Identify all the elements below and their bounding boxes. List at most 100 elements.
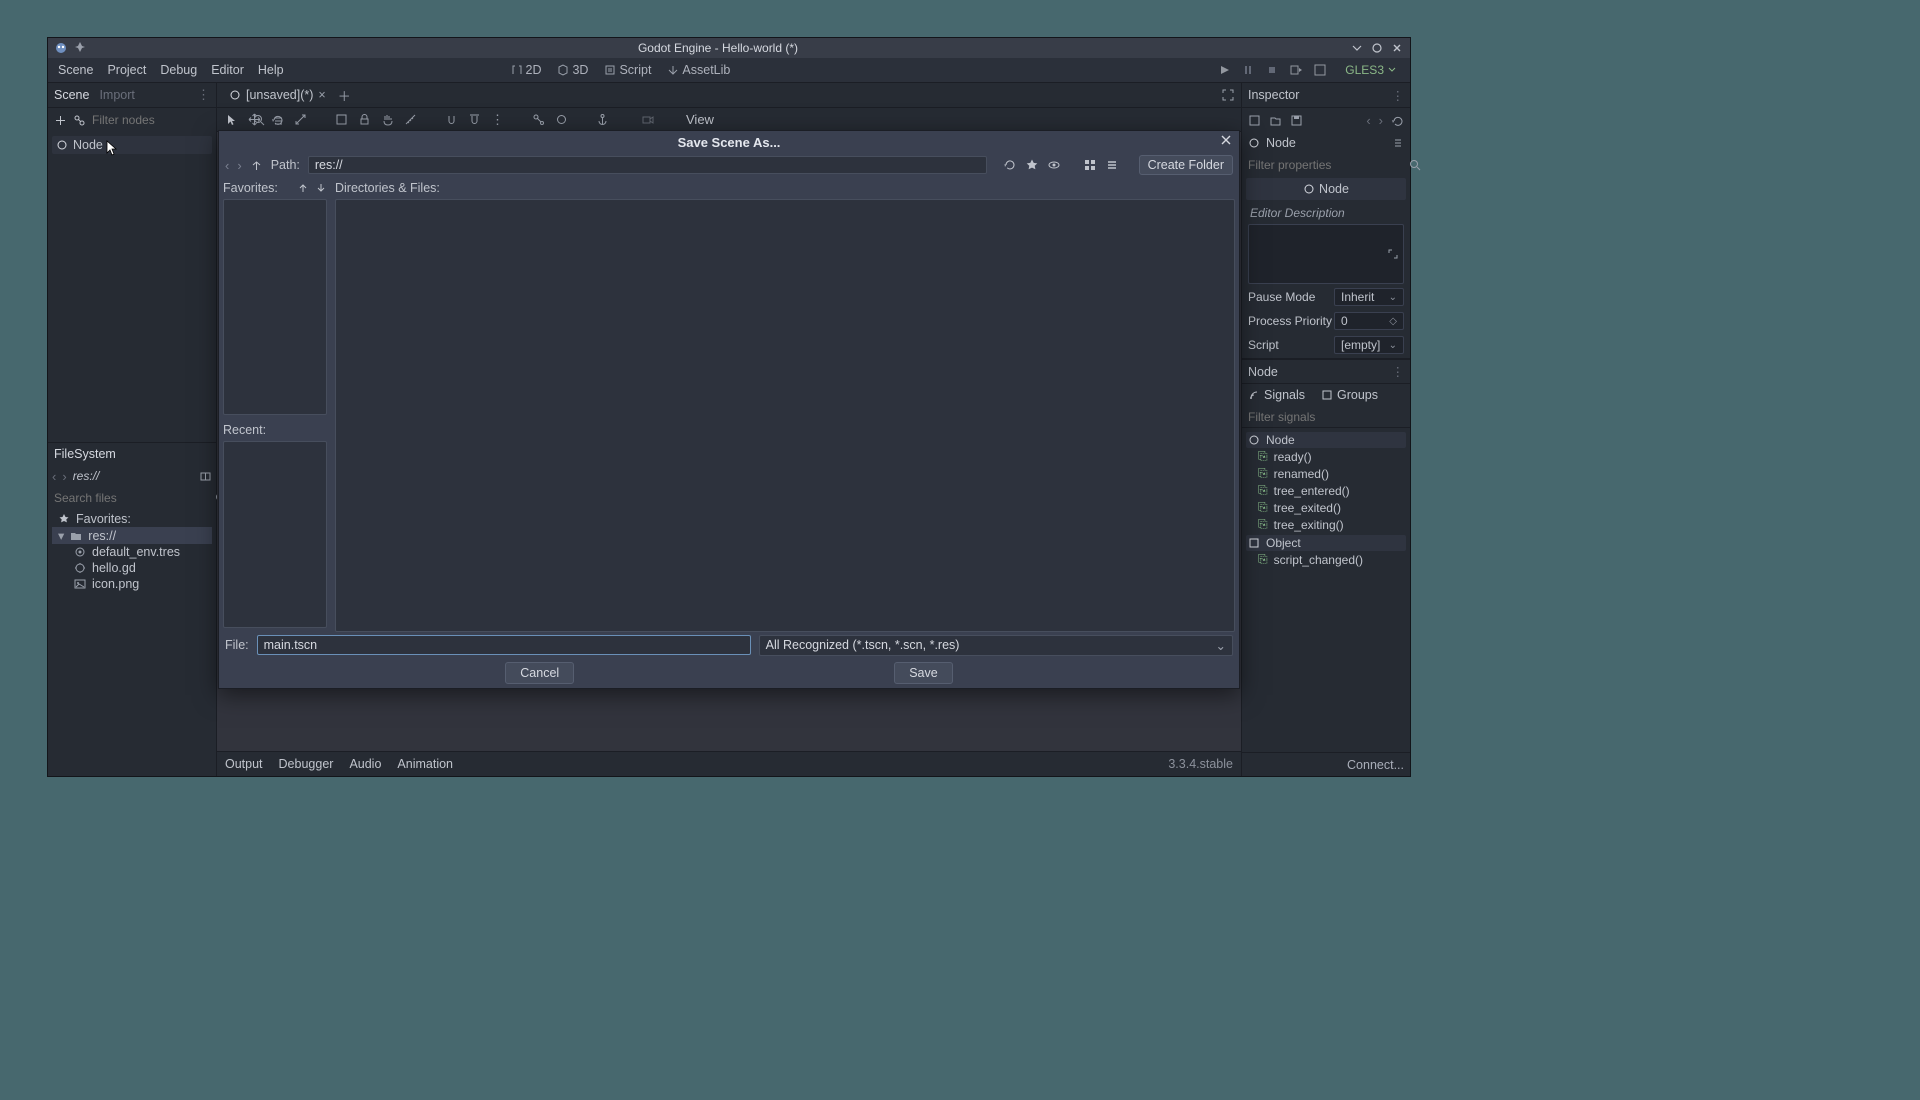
rotate-tool-icon[interactable] — [271, 113, 284, 126]
tab-import[interactable]: Import — [99, 88, 134, 102]
signal-script-changed[interactable]: ⎘script_changed() — [1246, 551, 1406, 568]
close-tab-icon[interactable]: × — [318, 88, 325, 102]
signal-class-object[interactable]: Object — [1246, 535, 1406, 551]
bottom-debugger[interactable]: Debugger — [279, 757, 334, 771]
view-menu[interactable]: View — [686, 112, 714, 127]
favorite-icon[interactable] — [1025, 158, 1039, 172]
expand-icon[interactable] — [1387, 248, 1399, 260]
load-resource-icon[interactable] — [1269, 114, 1282, 127]
signal-ready[interactable]: ⎘ready() — [1246, 448, 1406, 465]
instance-scene-icon[interactable] — [73, 114, 86, 127]
stop-icon[interactable] — [1265, 63, 1279, 77]
menu-scene[interactable]: Scene — [58, 63, 93, 77]
fs-file-icon[interactable]: icon.png — [52, 576, 212, 592]
cancel-button[interactable]: Cancel — [505, 662, 574, 684]
fs-back-icon[interactable]: ‹ — [52, 469, 56, 484]
renderer-dropdown[interactable]: GLES3 — [1345, 63, 1396, 77]
snap-icon[interactable] — [445, 113, 458, 126]
history-back-icon[interactable]: ‹ — [1366, 113, 1370, 128]
signal-tree-exited[interactable]: ⎘tree_exited() — [1246, 499, 1406, 516]
tab-inspector[interactable]: Inspector — [1248, 88, 1299, 102]
fs-search-input[interactable] — [54, 491, 209, 505]
history-fwd-icon[interactable]: › — [1379, 113, 1383, 128]
distraction-free-icon[interactable] — [1221, 88, 1235, 102]
save-resource-icon[interactable] — [1290, 114, 1303, 127]
menu-help[interactable]: Help — [258, 63, 284, 77]
lock-icon[interactable] — [358, 113, 371, 126]
inspector-section-node[interactable]: Node — [1246, 178, 1406, 200]
workspace-2d[interactable]: 2D — [507, 61, 546, 79]
signal-tree-entered[interactable]: ⎘tree_entered() — [1246, 482, 1406, 499]
tab-scene[interactable]: Scene — [54, 88, 89, 102]
close-icon[interactable] — [1390, 41, 1404, 55]
history-icon[interactable] — [1391, 114, 1404, 127]
save-button[interactable]: Save — [894, 662, 953, 684]
fs-file-env[interactable]: default_env.tres — [52, 544, 212, 560]
fs-fwd-icon[interactable]: › — [62, 469, 66, 484]
filter-properties-input[interactable] — [1248, 158, 1403, 172]
list-view-icon[interactable] — [1105, 158, 1119, 172]
scale-tool-icon[interactable] — [294, 113, 307, 126]
node-options-icon[interactable] — [1392, 137, 1404, 149]
nav-back-icon[interactable]: ‹ — [225, 158, 229, 173]
refresh-icon[interactable] — [1003, 158, 1017, 172]
create-folder-button[interactable]: Create Folder — [1139, 155, 1233, 175]
pan-tool-icon[interactable] — [381, 113, 394, 126]
file-name-input[interactable] — [257, 635, 751, 655]
workspace-assetlib[interactable]: AssetLib — [663, 61, 734, 79]
scene-tab-unsaved[interactable]: [unsaved](*) × — [223, 86, 332, 104]
skeleton-icon[interactable] — [532, 113, 545, 126]
pin-icon[interactable] — [74, 41, 86, 55]
workspace-3d[interactable]: 3D — [553, 61, 592, 79]
signal-tree-exiting[interactable]: ⎘tree_exiting() — [1246, 516, 1406, 533]
prop-process-priority-field[interactable]: 0◇ — [1334, 312, 1404, 330]
nav-up-icon[interactable] — [250, 159, 263, 172]
path-field[interactable]: res:// — [308, 156, 987, 174]
move-tool-icon[interactable] — [248, 113, 261, 126]
add-node-icon[interactable] — [54, 114, 67, 127]
connect-button[interactable]: Connect... — [1242, 752, 1410, 776]
signal-class-node[interactable]: Node — [1246, 432, 1406, 448]
favorites-list[interactable] — [223, 199, 327, 415]
fs-split-icon[interactable] — [199, 470, 212, 483]
play-icon[interactable] — [1217, 63, 1231, 77]
signal-renamed[interactable]: ⎘renamed() — [1246, 465, 1406, 482]
minimize-icon[interactable] — [1350, 41, 1364, 55]
grid-view-icon[interactable] — [1083, 158, 1097, 172]
menu-project[interactable]: Project — [107, 63, 146, 77]
anchor-icon[interactable] — [596, 113, 609, 126]
scene-root-node[interactable]: Node — [52, 136, 212, 154]
play-custom-icon[interactable] — [1313, 63, 1327, 77]
fav-up-icon[interactable] — [297, 182, 309, 194]
play-scene-icon[interactable] — [1289, 63, 1303, 77]
recent-list[interactable] — [223, 441, 327, 628]
file-filter-dropdown[interactable]: All Recognized (*.tscn, *.scn, *.res) ⌄ — [759, 635, 1233, 656]
tab-signals[interactable]: Signals — [1248, 388, 1305, 402]
search-icon[interactable] — [1409, 159, 1422, 172]
skeleton-options-icon[interactable] — [555, 113, 568, 126]
list-select-icon[interactable] — [335, 113, 348, 126]
workspace-script[interactable]: Script — [600, 61, 655, 79]
prop-pause-mode-field[interactable]: Inherit⌄ — [1334, 288, 1404, 306]
prop-script-field[interactable]: [empty]⌄ — [1334, 336, 1404, 354]
fs-file-script[interactable]: hello.gd — [52, 560, 212, 576]
fs-favorites[interactable]: Favorites: — [52, 511, 212, 527]
menu-debug[interactable]: Debug — [160, 63, 197, 77]
camera-override-icon[interactable] — [641, 113, 654, 126]
snap-menu-icon[interactable]: ⋮ — [491, 112, 504, 128]
dock-menu-icon[interactable]: ⋮ — [1392, 364, 1405, 379]
directory-panel[interactable] — [335, 199, 1235, 632]
fs-root[interactable]: ▾res:// — [52, 527, 212, 544]
editor-description-field[interactable] — [1248, 224, 1404, 284]
tab-groups[interactable]: Groups — [1321, 388, 1378, 402]
bottom-output[interactable]: Output — [225, 757, 263, 771]
dock-menu-icon[interactable]: ⋮ — [1392, 88, 1405, 103]
bottom-animation[interactable]: Animation — [397, 757, 453, 771]
fav-down-icon[interactable] — [315, 182, 327, 194]
dock-menu-icon[interactable]: ⋮ — [197, 87, 210, 103]
show-hidden-icon[interactable] — [1047, 158, 1061, 172]
pause-icon[interactable] — [1241, 63, 1255, 77]
maximize-icon[interactable] — [1370, 41, 1384, 55]
nav-fwd-icon[interactable]: › — [237, 158, 241, 173]
ruler-tool-icon[interactable] — [404, 113, 417, 126]
